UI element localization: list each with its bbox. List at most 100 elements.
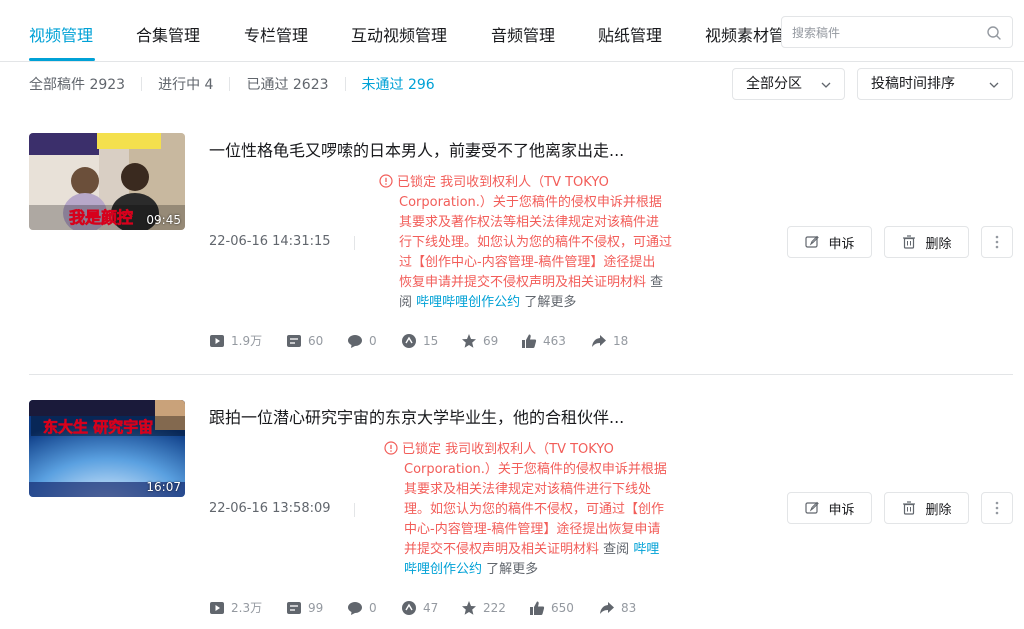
danmaku-icon [287, 334, 301, 347]
notice-line: 哔哩创作公约 了解更多 [384, 560, 704, 580]
sort-dropdown[interactable]: 投稿时间排序 [857, 68, 1013, 100]
stat-value: 222 [483, 600, 506, 615]
notice-text: Corporation.）关于您稿件的侵权申诉并根据 [399, 195, 662, 210]
filter-all[interactable]: 全部稿件 2923 [29, 74, 125, 94]
comment-icon [348, 334, 362, 348]
warning-circle-icon [384, 441, 398, 455]
chevron-down-icon [989, 82, 999, 88]
thumbnail-caption: 东大生 研究宇宙 [43, 418, 153, 436]
search-box [781, 16, 1013, 48]
notice-text: 已锁定 我司收到权利人（TV TOKYO [402, 442, 614, 457]
creator-convention-link[interactable]: 哔哩哔哩创作公约 [416, 295, 520, 310]
delete-button[interactable]: 删除 [884, 492, 969, 524]
notice-text: Corporation.）关于您稿件的侵权申诉并根据 [404, 462, 667, 477]
filter-in-progress[interactable]: 进行中 4 [158, 74, 213, 94]
notice-line: 阅 哔哩哔哩创作公约 了解更多 [379, 293, 699, 313]
rejection-notice: 已锁定 我司收到权利人（TV TOKYO Corporation.）关于您稿件的… [384, 440, 704, 580]
appeal-label: 申诉 [828, 236, 855, 252]
stat-value: 99 [308, 600, 324, 615]
stat-value: 18 [613, 333, 629, 348]
comment-icon [348, 601, 362, 615]
thumbnail-caption: 我是颜控 [69, 208, 133, 227]
item-divider [29, 374, 1013, 375]
stat-value: 0 [369, 333, 377, 348]
video-title[interactable]: 一位性格龟毛又啰嗦的日本男人，前妻受不了他离家出走... [209, 137, 624, 161]
appeal-button[interactable]: 申诉 [787, 226, 872, 258]
stat-value: 2.3万 [231, 601, 263, 615]
notice-text: 查 [650, 275, 664, 290]
notice-text: 阅 [399, 295, 413, 310]
more-options-button[interactable] [981, 492, 1013, 524]
video-thumbnail[interactable]: 东大生 研究宇宙 16:07 [29, 400, 185, 497]
rejection-notice: 已锁定 我司收到权利人（TV TOKYO Corporation.）关于您稿件的… [379, 173, 699, 313]
video-item: 我是颜控 09:45 一位性格龟毛又啰嗦的日本男人，前妻受不了他离家出走... … [29, 133, 1013, 363]
tab-video-management[interactable]: 视频管理 [29, 22, 93, 46]
tab-audio-management[interactable]: 音频管理 [491, 22, 555, 46]
divider [229, 77, 231, 91]
category-dropdown[interactable]: 全部分区 [732, 68, 845, 100]
share-icon [592, 334, 606, 347]
filter-rejected[interactable]: 未通过 296 [362, 74, 435, 94]
more-options-button[interactable] [981, 226, 1013, 258]
video-item: 东大生 研究宇宙 16:07 跟拍一位潜心研究宇宙的东京大学毕业生，他的合租伙伴… [29, 400, 1013, 629]
notice-text: 过【创作中心-内容管理-稿件管理】途径提出 [399, 255, 656, 270]
stat-value: 1.9万 [231, 334, 263, 348]
notice-text: 恢复申请并提交不侵权声明及相关证明材料 [399, 275, 647, 290]
video-thumbnail[interactable]: 我是颜控 09:45 [29, 133, 185, 230]
stat-value: 650 [551, 600, 574, 615]
search-input[interactable] [792, 23, 982, 43]
creator-convention-link[interactable]: 哔哩 [633, 542, 659, 557]
appeal-button[interactable]: 申诉 [787, 492, 872, 524]
more-dots-icon [995, 235, 999, 249]
publish-time: 22-06-16 13:58:09 [209, 501, 331, 516]
divider [344, 77, 346, 91]
learn-more-text: 了解更多 [486, 562, 539, 577]
delete-button[interactable]: 删除 [884, 226, 969, 258]
stat-likes: 650 [529, 600, 599, 616]
delete-label: 删除 [925, 502, 952, 518]
divider [141, 77, 143, 91]
tab-video-material-management[interactable]: 视频素材管 [705, 22, 785, 46]
tab-interactive-video-management[interactable]: 互动视频管理 [351, 22, 447, 46]
star-icon [462, 333, 476, 348]
divider [354, 503, 355, 517]
stat-favorites: 69 [461, 333, 521, 349]
creator-convention-link[interactable]: 哔哩创作公约 [404, 562, 482, 577]
notice-text: 并提交不侵权声明及相关证明材料 [404, 542, 600, 557]
stat-shares: 18 [591, 333, 628, 349]
trash-icon [903, 235, 916, 249]
notice-text: 其要求及著作权法等相关法律规定对该稿件进 [399, 215, 660, 230]
chevron-down-icon [821, 82, 831, 88]
video-duration: 16:07 [146, 480, 181, 494]
more-dots-icon [995, 501, 999, 515]
stat-comments: 0 [347, 600, 401, 616]
active-tab-indicator [29, 58, 95, 61]
stat-coins: 15 [401, 333, 461, 349]
filter-approved[interactable]: 已通过 2623 [246, 74, 328, 94]
tab-column-management[interactable]: 专栏管理 [244, 22, 308, 46]
notice-text: 理。如您认为您的稿件不侵权，可通过【创作 [404, 502, 665, 517]
category-dropdown-label: 全部分区 [746, 76, 802, 92]
stat-value: 69 [483, 333, 499, 348]
sort-dropdown-label: 投稿时间排序 [871, 76, 955, 92]
tab-collection-management[interactable]: 合集管理 [136, 22, 200, 46]
video-duration: 09:45 [146, 213, 181, 227]
thumbs-up-icon [530, 601, 545, 615]
stat-favorites: 222 [461, 600, 529, 616]
stat-value: 60 [308, 333, 324, 348]
thumbs-up-icon [522, 334, 537, 348]
stat-value: 83 [621, 600, 637, 615]
publish-time: 22-06-16 14:31:15 [209, 234, 331, 249]
top-tab-bar: 视频管理 合集管理 专栏管理 互动视频管理 音频管理 贴纸管理 视频素材管 [0, 0, 1024, 62]
stat-comments: 0 [347, 333, 401, 349]
search-icon[interactable] [986, 25, 1002, 41]
tab-sticker-management[interactable]: 贴纸管理 [598, 22, 662, 46]
stat-danmaku: 60 [286, 333, 347, 349]
notice-line: 并提交不侵权声明及相关证明材料 查阅 哔哩 [384, 540, 704, 560]
stat-views: 1.9万 [209, 332, 286, 349]
stat-shares: 83 [599, 600, 636, 616]
notice-line: 恢复申请并提交不侵权声明及相关证明材料 查 [379, 273, 699, 293]
stat-value: 47 [423, 600, 439, 615]
video-title[interactable]: 跟拍一位潜心研究宇宙的东京大学毕业生，他的合租伙伴... [209, 404, 624, 428]
notice-text: 查阅 [603, 542, 630, 557]
